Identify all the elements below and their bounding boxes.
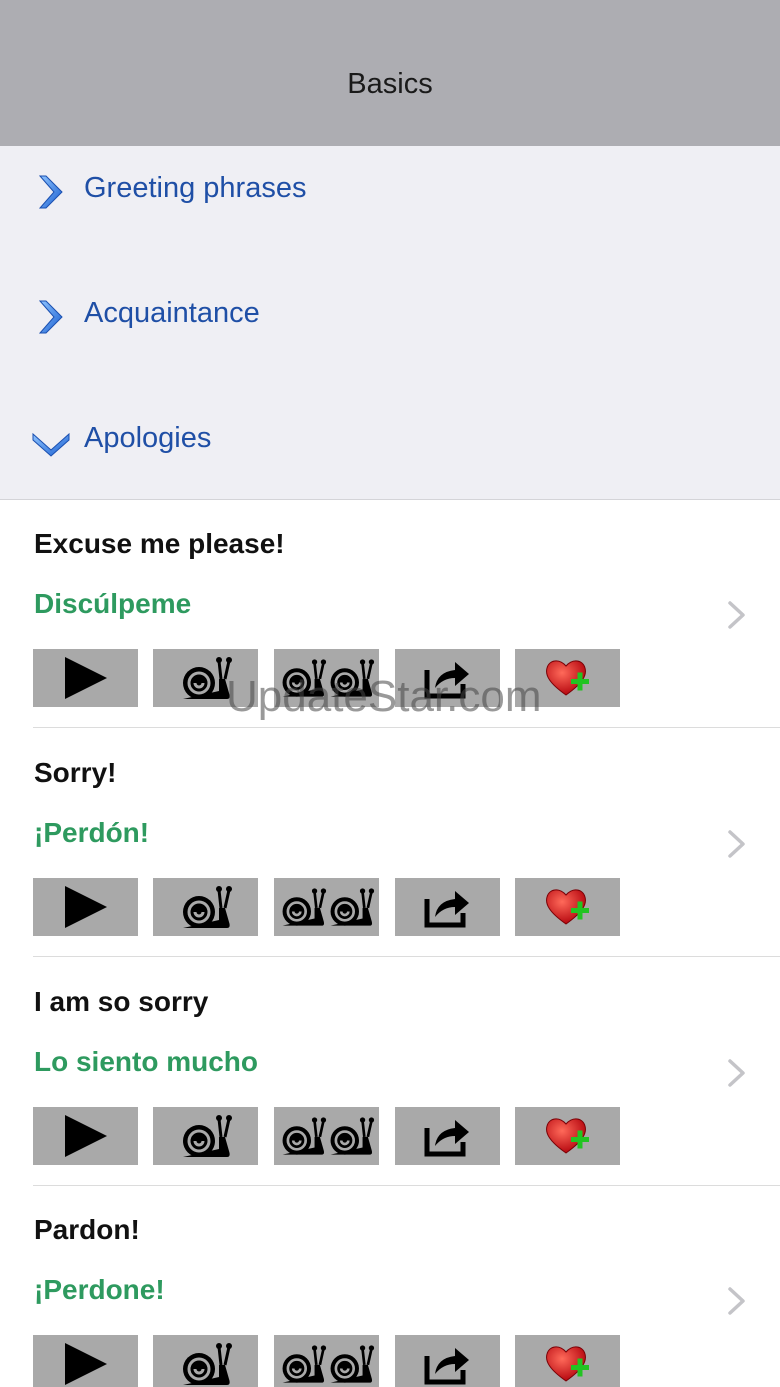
chevron-right-icon [38,300,63,334]
phrase-row[interactable]: Excuse me please! Discúlpeme [0,500,780,729]
spanish-phrase: ¡Perdone! [34,1274,165,1305]
section-label: Greeting phrases [84,172,307,204]
heart-plus-icon [545,657,591,699]
two-snails-icon [279,653,375,703]
english-phrase: Excuse me please! [34,528,285,559]
play-very-slow-button[interactable] [274,1107,379,1165]
spanish-phrase: Discúlpeme [34,588,192,619]
spanish-phrase: ¡Perdón! [34,817,150,848]
chevron-down-icon [32,432,70,457]
play-slow-button[interactable] [153,649,258,707]
snail-icon [179,882,233,932]
page-title: Basics [347,67,433,100]
phrase-row[interactable]: I am so sorry Lo siento mucho [0,958,780,1187]
english-phrase: Sorry! [34,757,117,788]
phrase-row[interactable]: Sorry! ¡Perdón! [0,729,780,958]
share-icon [423,656,473,700]
navigation-bar: Basics [0,0,780,146]
share-icon [423,1342,473,1386]
play-slow-button[interactable] [153,878,258,936]
play-button[interactable] [33,1335,138,1387]
share-button[interactable] [395,878,500,936]
section-list: Greeting phrases Acquaintance Apologies [0,146,780,500]
play-button[interactable] [33,1107,138,1165]
add-favorite-button[interactable] [515,1335,620,1387]
two-snails-icon [279,1339,375,1387]
snail-icon [179,1339,233,1387]
add-favorite-button[interactable] [515,1107,620,1165]
section-apologies[interactable]: Apologies [0,410,780,470]
section-greeting-phrases[interactable]: Greeting phrases [0,160,780,220]
spanish-phrase: Lo siento mucho [34,1046,258,1077]
play-icon [61,1113,111,1159]
share-button[interactable] [395,1107,500,1165]
play-slow-button[interactable] [153,1107,258,1165]
share-icon [423,1114,473,1158]
row-divider [33,727,780,728]
two-snails-icon [279,882,375,932]
section-label: Apologies [84,422,212,454]
play-button[interactable] [33,649,138,707]
share-button[interactable] [395,649,500,707]
play-very-slow-button[interactable] [274,1335,379,1387]
add-favorite-button[interactable] [515,649,620,707]
share-icon [423,885,473,929]
snail-icon [179,1111,233,1161]
two-snails-icon [279,1111,375,1161]
heart-plus-icon [545,1115,591,1157]
section-acquaintance[interactable]: Acquaintance [0,285,780,345]
disclosure-chevron-icon[interactable] [726,600,748,630]
heart-plus-icon [545,886,591,928]
share-button[interactable] [395,1335,500,1387]
disclosure-chevron-icon[interactable] [726,1058,748,1088]
play-button[interactable] [33,878,138,936]
snail-icon [179,653,233,703]
play-slow-button[interactable] [153,1335,258,1387]
add-favorite-button[interactable] [515,878,620,936]
disclosure-chevron-icon[interactable] [726,829,748,859]
play-icon [61,884,111,930]
play-very-slow-button[interactable] [274,878,379,936]
play-very-slow-button[interactable] [274,649,379,707]
english-phrase: I am so sorry [34,986,209,1017]
row-divider [33,956,780,957]
phrase-row[interactable]: Pardon! ¡Perdone! [0,1186,780,1387]
disclosure-chevron-icon[interactable] [726,1286,748,1316]
english-phrase: Pardon! [34,1214,140,1245]
play-icon [61,655,111,701]
chevron-right-icon [38,175,63,209]
play-icon [61,1341,111,1387]
section-label: Acquaintance [84,297,260,329]
heart-plus-icon [545,1343,591,1385]
